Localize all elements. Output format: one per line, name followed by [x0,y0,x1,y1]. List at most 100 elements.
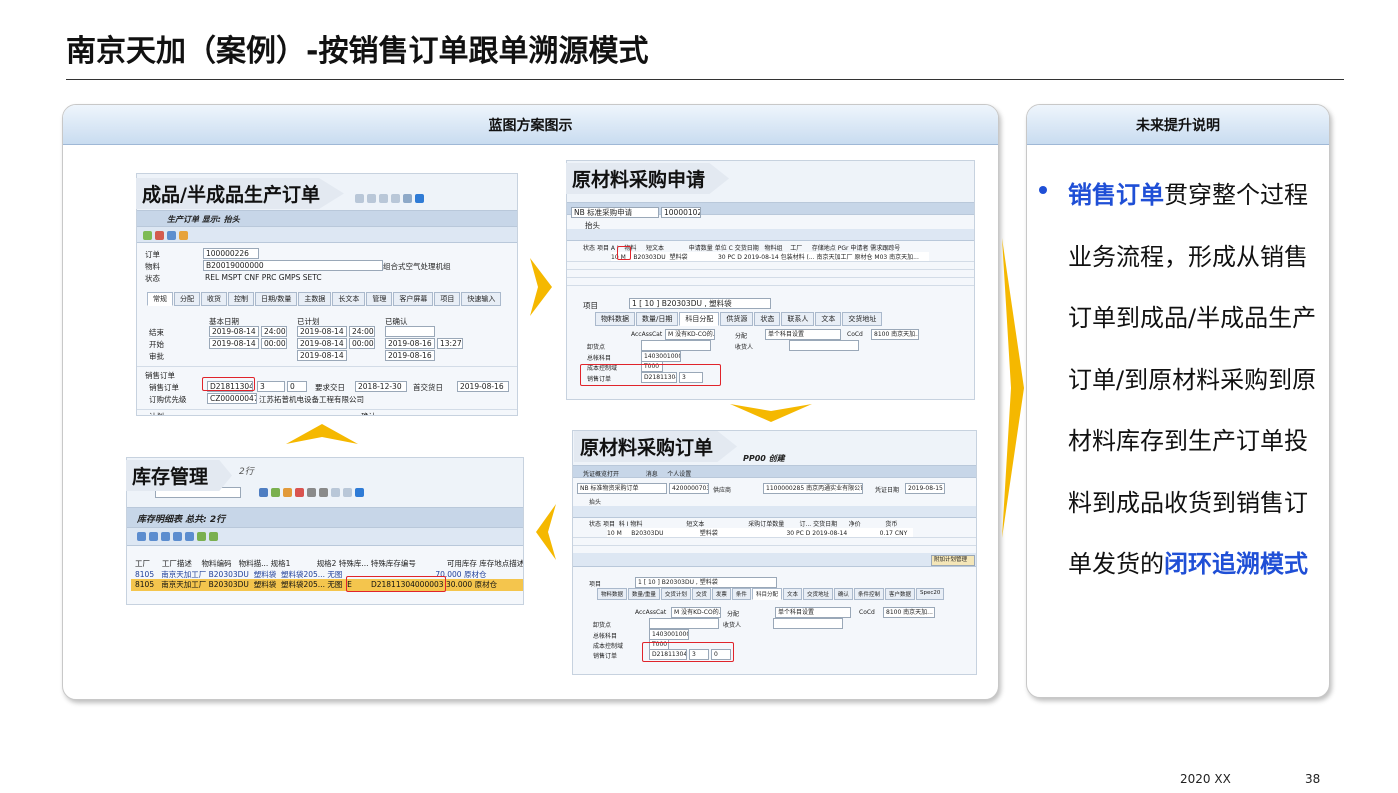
help-icon[interactable] [355,488,364,497]
end-date-field[interactable]: 2019-08-14 [209,326,259,337]
start-time-field[interactable]: 00:00 [261,338,287,349]
pr-item-label: 项目 [583,301,598,310]
material-field[interactable]: B20019000000 [203,260,383,271]
tab-assignment[interactable]: 分配 [174,292,200,306]
start-date-field[interactable]: 2019-08-14 [209,338,259,349]
pr-table-row[interactable]: 10 M B20303DU 塑料袋 30 PC D 2019-08-14 包装材… [611,252,929,261]
layout-icon[interactable] [209,532,218,541]
toolbar-icon[interactable] [155,231,164,240]
toolbar-icon[interactable] [343,488,352,497]
tab-contact[interactable]: 联系人 [781,312,815,326]
toolbar-icon[interactable] [179,231,188,240]
start-plan-time-field[interactable]: 00:00 [349,338,375,349]
po-menu-overview[interactable]: 凭证概览打开 [583,471,619,478]
po-coco-select[interactable]: 8100 南京天加... [883,607,935,618]
find-icon[interactable] [319,488,328,497]
tab-delivery[interactable]: 交货 [691,588,711,600]
po-menu-messages[interactable]: 消息 [646,471,658,478]
po-table-row[interactable]: 10 M B20303DU 塑料袋 30 PC D 2019-08-14 0.1… [607,528,914,537]
tab-control[interactable]: 控制 [228,292,254,306]
tab-source-of-supply[interactable]: 供货源 [720,312,754,326]
tab-administration[interactable]: 管理 [366,292,393,306]
end-confirm-date-field[interactable] [385,326,435,337]
table-row[interactable]: 8105 南京天加工厂 B20303DU 塑料袋 塑料袋205... 无图 E … [131,579,523,591]
order-field[interactable]: 100000226 [203,248,259,259]
start-confirm-time-field[interactable]: 13:27 [437,338,463,349]
tab-quantity-dates[interactable]: 数量/日期 [636,312,679,326]
pr-dist-select[interactable]: 单个科目设置 [765,329,841,340]
filter-icon[interactable] [173,532,182,541]
tab-account-assignment[interactable]: 科目分配 [751,588,782,600]
sales-order-zero-field[interactable]: 0 [287,381,307,392]
highlight-sales-order: 销售订单 [1068,181,1164,209]
tab-quick-entry[interactable]: 快速输入 [461,292,502,306]
pr-doc-type-field[interactable]: NB 标准采购申请 [571,207,659,218]
tab-text[interactable]: 文本 [815,312,842,326]
tab-long-text[interactable]: 长文本 [332,292,366,306]
po-doc-date-field[interactable]: 2019-08-15 [905,483,945,494]
tab-dates-quantities[interactable]: 日期/数量 [255,292,298,306]
window-title: 生产订单 显示: 抬头 [167,215,240,224]
tab-confirmation[interactable]: 确认 [833,588,853,600]
pr-acc-select[interactable]: M 没有KD-CO的... [665,329,715,340]
pr-item-select[interactable]: 1 [ 10 ] B20303DU , 塑料袋 [629,298,771,309]
po-dist-select[interactable]: 单个科目设置 [775,607,851,618]
exit-icon[interactable] [283,488,292,497]
tab-material-data[interactable]: 物料数据 [595,312,635,326]
end-time-field[interactable]: 24:00 [261,326,287,337]
tab-spec[interactable]: Spec20 [916,588,945,600]
refresh-icon[interactable] [137,532,146,541]
po-additional-planning-button[interactable]: 附加计划管理 [931,555,975,566]
pr-doc-number-field[interactable]: 1000010207 [661,207,701,218]
tab-customer-data[interactable]: 客户数据 [885,588,916,600]
po-item-select[interactable]: 1 [ 10 ] B20303DU , 塑料袋 [635,577,777,588]
tab-customer-screen[interactable]: 客户屏幕 [393,292,434,306]
po-doc-number-field[interactable]: 4200000703 [669,483,709,494]
tab-text[interactable]: 文本 [782,588,802,600]
tab-project[interactable]: 项目 [434,292,461,306]
required-date-field[interactable]: 2018-12-30 [355,381,407,392]
cancel-icon[interactable] [295,488,304,497]
customer-code-field[interactable]: CZ00000047 [207,393,257,404]
print-icon[interactable] [307,488,316,497]
sort-descending-icon[interactable] [161,532,170,541]
po-menu-personal-settings[interactable]: 个人设置 [667,471,691,478]
pr-coco-select[interactable]: 8100 南京天加... [871,329,919,340]
tab-general[interactable]: 常规 [147,292,173,306]
end-plan-time-field[interactable]: 24:00 [349,326,375,337]
tab-condition-control[interactable]: 条件控制 [854,588,885,600]
tab-delivery-schedule[interactable]: 交货计划 [660,588,691,600]
sales-order-item-field[interactable]: 3 [257,381,285,392]
tab-delivery-address[interactable]: 交货地址 [842,312,883,326]
release-confirm-date-field[interactable]: 2019-08-16 [385,350,435,361]
po-unload-field[interactable] [649,618,719,629]
start-confirm-date-field[interactable]: 2019-08-16 [385,338,435,349]
release-plan-date-field[interactable]: 2019-08-14 [297,350,347,361]
tab-status[interactable]: 状态 [754,312,781,326]
toolbar-icon[interactable] [331,488,340,497]
export-icon[interactable] [197,532,206,541]
save-icon[interactable] [259,488,268,497]
tab-account-assignment[interactable]: 科目分配 [679,312,720,326]
start-plan-date-field[interactable]: 2019-08-14 [297,338,347,349]
sum-icon[interactable] [185,532,194,541]
tab-master-data[interactable]: 主数据 [298,292,332,306]
end-plan-date-field[interactable]: 2019-08-14 [297,326,347,337]
po-doc-type-field[interactable]: NB 标准物资采购订单 [577,483,667,494]
po-recipient-field[interactable] [773,618,843,629]
tab-invoice[interactable]: 发票 [711,588,731,600]
first-delivery-field[interactable]: 2019-08-16 [457,381,509,392]
pr-recipient-field[interactable] [789,340,859,351]
po-acc-select[interactable]: M 没有KD-CO的... [671,607,721,618]
toolbar-icon[interactable] [167,231,176,240]
pr-unload-field[interactable] [641,340,711,351]
sort-ascending-icon[interactable] [149,532,158,541]
tab-delivery-address[interactable]: 交货地址 [802,588,833,600]
po-vendor-field[interactable]: 1100000285 南京丙通实业有限公司 [763,483,863,494]
tab-goods-receipt[interactable]: 收货 [201,292,227,306]
tab-quantity-weight[interactable]: 数量/重量 [628,588,660,600]
tab-conditions[interactable]: 条件 [731,588,751,600]
tab-material-data[interactable]: 物料数据 [597,588,628,600]
back-icon[interactable] [271,488,280,497]
toolbar-icon[interactable] [143,231,152,240]
